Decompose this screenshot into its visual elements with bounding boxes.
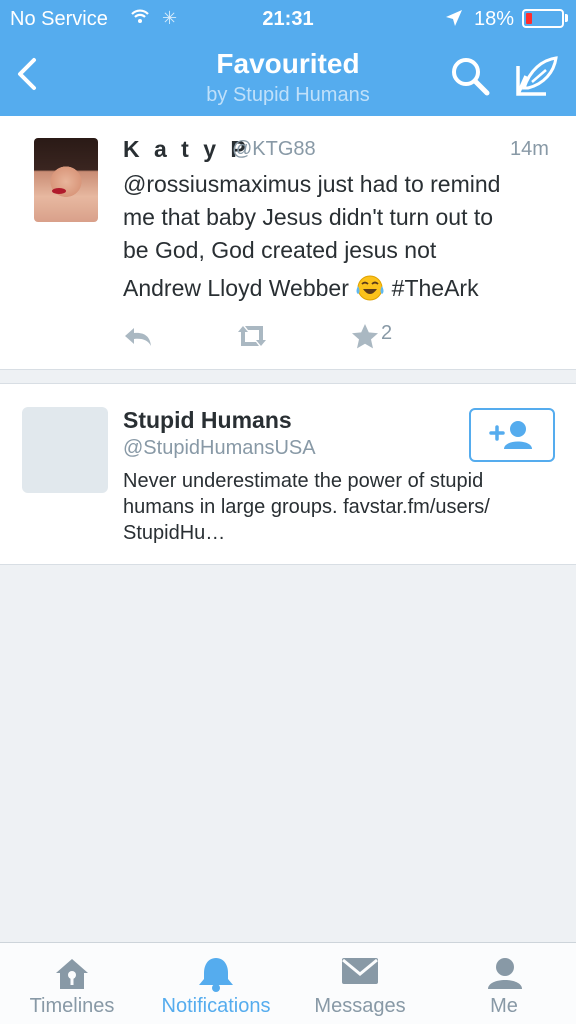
tweet-text: @rossiusmaximus just had to remind me th… [123, 168, 553, 305]
user-bio-line[interactable]: humans in large groups. favstar.fm/users… [123, 494, 553, 520]
tweet-author-name[interactable]: K a t y P [123, 136, 250, 163]
add-user-icon [489, 421, 532, 449]
user-bio-line[interactable]: StupidHu… [123, 520, 553, 546]
favorite-count: 2 [381, 322, 393, 344]
battery-icon [522, 9, 564, 28]
tab-bar: Timelines Notifications Messages Me [0, 942, 576, 1024]
battery-tip [565, 14, 568, 22]
tab-notifications[interactable]: Notifications [150, 943, 282, 1024]
tears-of-joy-emoji-icon [356, 275, 384, 301]
person-icon [488, 958, 522, 989]
tweet-author-handle[interactable]: @KTG88 [232, 138, 316, 161]
favorite-star-icon[interactable] [350, 322, 380, 350]
location-arrow-icon [446, 10, 462, 26]
tab-me[interactable]: Me [458, 943, 550, 1024]
tab-timelines[interactable]: Timelines [18, 943, 126, 1024]
avatar[interactable] [34, 138, 98, 222]
tweet-card[interactable]: K a t y P @KTG88 14m @rossiusmaximus jus… [0, 116, 576, 370]
home-icon [56, 959, 88, 989]
retweet-icon[interactable] [234, 322, 270, 350]
compose-tweet-icon[interactable] [514, 54, 560, 98]
tweet-text-line: @rossiusmaximus just had to remind [123, 171, 501, 197]
status-bar: No Service ✳ 21:31 18% [0, 0, 576, 38]
tab-label: Timelines [29, 995, 115, 1017]
tab-label: Notifications [161, 995, 271, 1017]
user-card[interactable]: Stupid Humans @StupidHumansUSA Never und… [0, 383, 576, 565]
avatar-detail [52, 188, 66, 194]
user-bio-line: Never underestimate the power of stupid [123, 470, 484, 492]
avatar[interactable] [22, 407, 108, 493]
envelope-icon [342, 958, 378, 984]
tweet-text-segment: Andrew Lloyd Webber [123, 275, 349, 301]
tweet-text-line: be God, God created jesus not [123, 237, 437, 263]
battery-percent: 18% [474, 8, 515, 30]
tweet-timestamp: 14m [510, 138, 549, 160]
bell-icon [199, 958, 233, 992]
follow-button[interactable] [469, 408, 555, 462]
tweet-text-line: me that baby Jesus didn't turn out to [123, 204, 494, 230]
section-divider [0, 371, 576, 383]
search-icon[interactable] [448, 54, 492, 98]
user-name[interactable]: Stupid Humans [123, 407, 292, 434]
battery-level-fill [526, 13, 532, 24]
tab-label: Messages [314, 995, 406, 1017]
tab-label: Me [490, 995, 518, 1017]
hashtag-link[interactable]: #TheArk [392, 275, 479, 301]
tab-messages[interactable]: Messages [302, 943, 418, 1024]
user-bio: Never underestimate the power of stupid … [123, 468, 553, 546]
nav-header: No Service ✳ 21:31 18% Favourited by Stu… [0, 0, 576, 116]
reply-icon[interactable] [122, 322, 154, 350]
tweet-text-line: Andrew Lloyd Webber #TheArk [123, 272, 553, 305]
user-handle[interactable]: @StupidHumansUSA [123, 437, 316, 460]
